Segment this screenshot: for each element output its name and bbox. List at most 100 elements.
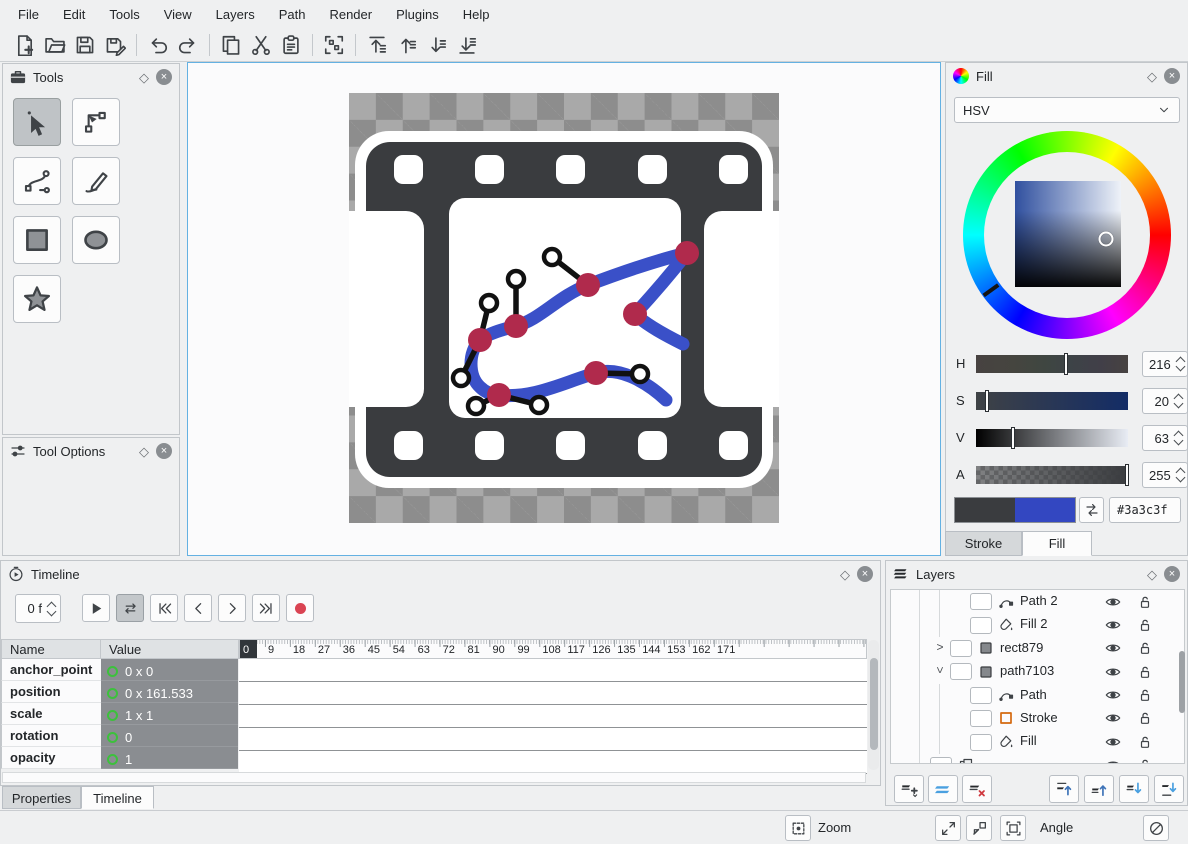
close-panel-icon[interactable]: × (857, 566, 873, 582)
save-button[interactable] (70, 31, 100, 59)
property-value[interactable]: 0 x 0 (101, 659, 238, 681)
layer-row[interactable]: Path 2 (891, 590, 1184, 613)
document-canvas[interactable] (349, 93, 779, 523)
float-panel-icon[interactable]: ◇ (840, 568, 850, 581)
property-row[interactable]: scale 1 x 1 (1, 703, 238, 725)
lock-icon[interactable] (1137, 710, 1153, 726)
tab-stroke[interactable]: Stroke (945, 531, 1022, 556)
layer-color-box[interactable] (970, 593, 992, 610)
new-document-button[interactable] (10, 31, 40, 59)
zoom-reset-button[interactable] (966, 815, 992, 841)
color-space-select[interactable]: HSV (954, 97, 1180, 123)
visibility-eye-icon[interactable] (1105, 594, 1121, 610)
spin-arrows-icon[interactable] (47, 600, 56, 618)
layer-row[interactable]: > rect879 (891, 637, 1184, 660)
property-value[interactable]: 0 (101, 725, 238, 747)
float-panel-icon[interactable]: ◇ (139, 71, 149, 84)
fit-frame-button[interactable] (1000, 815, 1026, 841)
record-button[interactable] (286, 594, 314, 622)
first-frame-button[interactable] (150, 594, 178, 622)
float-panel-icon[interactable]: ◇ (139, 445, 149, 458)
move-to-bottom-button[interactable] (1154, 775, 1184, 803)
visibility-eye-icon[interactable] (1105, 664, 1121, 680)
property-row[interactable]: anchor_point 0 x 0 (1, 659, 238, 681)
frame-spinbox[interactable]: 0 f (15, 594, 61, 623)
hex-color-input[interactable]: #3a3c3f (1109, 497, 1181, 523)
menu-layers[interactable]: Layers (204, 3, 267, 26)
move-up-button[interactable] (1084, 775, 1114, 803)
tool-edit-nodes[interactable] (72, 98, 120, 146)
open-document-button[interactable] (40, 31, 70, 59)
property-row[interactable]: rotation 0 (1, 725, 238, 747)
property-value[interactable]: 1 x 1 (101, 703, 238, 725)
visibility-eye-icon[interactable] (1105, 640, 1121, 656)
duplicate-layer-button[interactable] (928, 775, 958, 803)
s-slider[interactable] (976, 392, 1128, 410)
close-panel-icon[interactable]: × (1164, 68, 1180, 84)
secondary-color-swatch[interactable] (955, 498, 1015, 522)
column-header-value[interactable]: Value (100, 639, 239, 659)
close-panel-icon[interactable]: × (1164, 566, 1180, 582)
lower-button[interactable] (422, 31, 452, 59)
close-panel-icon[interactable]: × (156, 69, 172, 85)
menu-path[interactable]: Path (267, 3, 318, 26)
layer-row[interactable]: Fill (891, 730, 1184, 753)
move-to-top-button[interactable] (1049, 775, 1079, 803)
visibility-eye-icon[interactable] (1105, 757, 1121, 764)
layer-row[interactable]: Stroke (891, 707, 1184, 730)
menu-view[interactable]: View (152, 3, 204, 26)
visibility-eye-icon[interactable] (1105, 617, 1121, 633)
layer-color-box[interactable] (930, 757, 952, 764)
move-down-button[interactable] (1119, 775, 1149, 803)
layer-row[interactable]: Path (891, 684, 1184, 707)
color-swatches[interactable] (954, 497, 1076, 523)
undo-button[interactable] (143, 31, 173, 59)
swap-colors-button[interactable] (1079, 497, 1104, 523)
sv-indicator[interactable] (1099, 232, 1114, 247)
layer-color-box[interactable] (950, 663, 972, 680)
expander-icon[interactable]: > (933, 664, 947, 676)
raise-button[interactable] (392, 31, 422, 59)
property-value[interactable]: 0 x 161.533 (101, 681, 238, 703)
v-slider[interactable] (976, 429, 1128, 447)
timeline-ruler[interactable]: 0918273645546372819099108117126135144153… (239, 639, 867, 659)
layer-color-box[interactable] (950, 640, 972, 657)
keyframe-track[interactable] (239, 659, 867, 682)
layer-row[interactable]: > path7103 (891, 660, 1184, 683)
lock-icon[interactable] (1137, 617, 1153, 633)
saturation-value-square[interactable] (1015, 181, 1121, 287)
spin-arrows-icon[interactable] (1174, 429, 1183, 447)
h-slider[interactable] (976, 355, 1128, 373)
spin-arrows-icon[interactable] (1176, 355, 1185, 373)
tool-select[interactable] (13, 98, 61, 146)
raise-to-top-button[interactable] (362, 31, 392, 59)
layer-color-box[interactable] (970, 734, 992, 751)
loop-button[interactable] (116, 594, 144, 622)
zoom-fit-button[interactable] (935, 815, 961, 841)
lock-icon[interactable] (1137, 734, 1153, 750)
h-spinbox[interactable]: 216 (1142, 351, 1188, 377)
expander-icon[interactable]: > (934, 640, 946, 654)
layer-color-box[interactable] (970, 617, 992, 634)
lock-icon[interactable] (1137, 594, 1153, 610)
keyframe-track[interactable] (239, 751, 867, 774)
slider-handle[interactable] (1011, 427, 1015, 449)
property-value[interactable]: 1 (101, 747, 238, 769)
layer-color-box[interactable] (970, 687, 992, 704)
menu-edit[interactable]: Edit (51, 3, 97, 26)
menu-file[interactable]: File (6, 3, 51, 26)
visibility-eye-icon[interactable] (1105, 687, 1121, 703)
slider-handle[interactable] (985, 390, 989, 412)
tab-fill[interactable]: Fill (1022, 531, 1092, 556)
timeline-horizontal-scrollbar[interactable] (2, 772, 866, 783)
column-header-name[interactable]: Name (1, 639, 101, 659)
tool-star[interactable] (13, 275, 61, 323)
menu-render[interactable]: Render (317, 3, 384, 26)
next-frame-button[interactable] (218, 594, 246, 622)
layers-scrollbar[interactable] (1179, 651, 1185, 713)
a-slider[interactable] (976, 466, 1128, 484)
float-panel-icon[interactable]: ◇ (1147, 568, 1157, 581)
play-button[interactable] (82, 594, 110, 622)
menu-help[interactable]: Help (451, 3, 502, 26)
spin-arrows-icon[interactable] (1176, 466, 1185, 484)
